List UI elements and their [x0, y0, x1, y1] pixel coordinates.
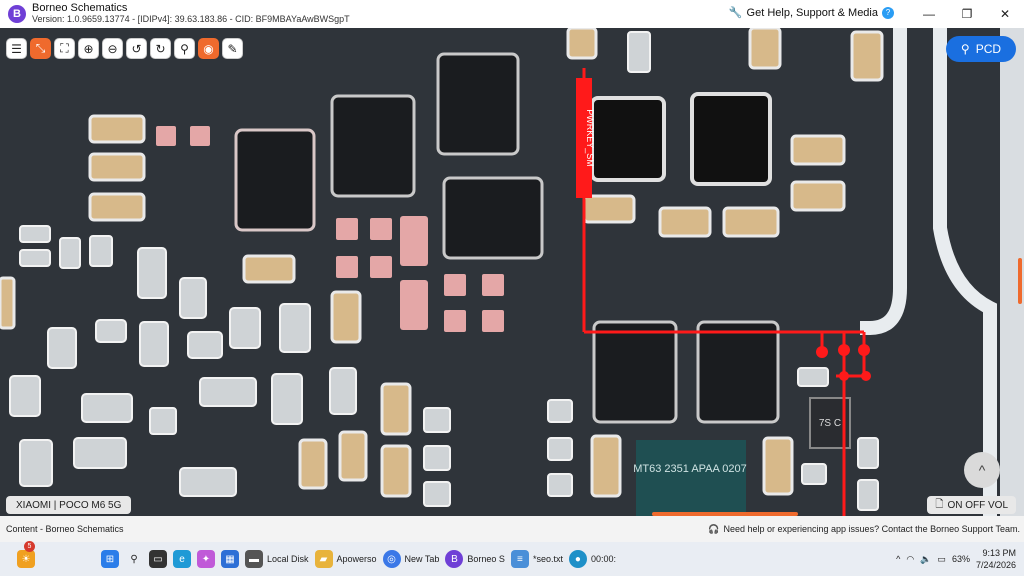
- search-button[interactable]: ⚲: [122, 545, 146, 573]
- task-view-icon: ▭: [149, 550, 167, 568]
- search-icon: ⚲: [130, 553, 138, 565]
- clock-time: 9:13 PM: [982, 548, 1016, 558]
- wifi-icon[interactable]: ◠: [906, 554, 914, 565]
- notification-badge: 5: [24, 541, 35, 552]
- tools-icon: 🔧: [728, 7, 743, 19]
- edge-button[interactable]: e: [170, 545, 194, 573]
- document-icon: 🗋: [935, 498, 944, 510]
- maximize-button[interactable]: ❐: [948, 0, 986, 28]
- edge-icon: e: [173, 550, 191, 568]
- collapse-icon[interactable]: ⤡: [30, 38, 51, 59]
- chevron-up-icon[interactable]: ^: [896, 554, 900, 564]
- system-tray: ^ ◠ 🔈 ▭ 63% 9:13 PM 7/24/2026: [896, 542, 1016, 576]
- list-icon[interactable]: ☰: [6, 38, 27, 59]
- chip-marking: MT63 2351 APAA 0207: [633, 463, 747, 475]
- status-bar: Content - Borneo Schematics 🎧 Need help …: [0, 516, 1024, 542]
- copilot-icon: ✦: [197, 550, 215, 568]
- start-button[interactable]: ⊞: [98, 545, 122, 573]
- copilot-button[interactable]: ✦: [194, 545, 218, 573]
- clock-date: 7/24/2026: [975, 560, 1016, 570]
- borneo-icon: B: [445, 550, 464, 568]
- taskbar-item-local-disk[interactable]: ▬ Local Disk: [242, 545, 312, 573]
- on-off-vol-button[interactable]: 🗋 ON OFF VOL: [927, 496, 1016, 514]
- taskbar-item-notepad[interactable]: ≡ *seo.txt: [508, 545, 566, 573]
- app-logo-icon: B: [8, 5, 26, 23]
- app-title: Borneo Schematics: [32, 2, 128, 14]
- pcb-board-image: PWRKEY_SM MT63 2351 APAA 0207 7S C: [0, 28, 1024, 516]
- volume-icon[interactable]: 🔈: [920, 554, 931, 565]
- vertical-scrollbar[interactable]: [1018, 258, 1022, 304]
- search-icon[interactable]: ⚲: [174, 38, 195, 59]
- net-label: PWRKEY_SM: [585, 109, 595, 167]
- taskbar-item-label: 00:00:: [590, 554, 616, 564]
- fullscreen-icon[interactable]: ⛶: [54, 38, 75, 59]
- rotate-left-icon[interactable]: ↺: [126, 38, 147, 59]
- windows-taskbar: ☀ 5 ⊞ ⚲ ▭ e ✦ ▦ ▬ Local Disk ▰ Apowerso …: [0, 541, 1024, 576]
- folder-icon: ▰: [314, 550, 333, 568]
- pcd-button[interactable]: ⚲ PCD: [946, 36, 1016, 62]
- recorder-icon: ●: [568, 550, 587, 568]
- task-view-button[interactable]: ▭: [146, 545, 170, 573]
- ic-marking: 7S C: [819, 418, 841, 429]
- notepad-icon: ≡: [510, 550, 529, 568]
- board-model-label: XIAOMI | POCO M6 5G: [6, 496, 132, 514]
- support-text[interactable]: Need help or experiencing app issues? Co…: [723, 524, 1020, 534]
- help-icon: ?: [882, 6, 894, 19]
- taskbar-item-label: Borneo S: [467, 554, 505, 564]
- viewer-toolbar: ☰ ⤡ ⛶ ⊕ ⊖ ↺ ↻ ⚲ ◉ ✎: [6, 38, 243, 59]
- taskbar-item-borneo[interactable]: B Borneo S: [442, 545, 508, 573]
- store-button[interactable]: ▦: [218, 545, 242, 573]
- zoom-in-icon[interactable]: ⊕: [78, 38, 99, 59]
- status-left-text: Content - Borneo Schematics: [6, 524, 124, 534]
- taskbar-item-recorder[interactable]: ● 00:00:: [566, 545, 619, 573]
- widgets-button[interactable]: ☀ 5: [14, 541, 38, 573]
- minimize-button[interactable]: —: [910, 0, 948, 28]
- help-link[interactable]: 🔧 Get Help, Support & Media ?: [729, 6, 894, 19]
- taskbar-item-label: New Tab: [404, 554, 440, 564]
- close-button[interactable]: ✕: [986, 0, 1024, 28]
- clock[interactable]: 9:13 PM 7/24/2026: [976, 547, 1016, 571]
- windows-icon: ⊞: [101, 550, 119, 568]
- help-link-label: Get Help, Support & Media: [746, 6, 878, 19]
- weather-icon: ☀: [17, 550, 35, 568]
- title-bar: B Borneo Schematics Version: 1.0.9659.13…: [0, 0, 1024, 28]
- board-viewer[interactable]: PWRKEY_SM MT63 2351 APAA 0207 7S C ☰ ⤡ ⛶…: [0, 28, 1024, 516]
- search-icon: ⚲: [960, 42, 970, 56]
- taskbar-item-label: Local Disk: [267, 554, 309, 564]
- store-icon: ▦: [221, 550, 239, 568]
- taskbar-item-label: Apowerso: [336, 554, 377, 564]
- taskbar-item-label: *seo.txt: [532, 554, 563, 564]
- battery-percent: 63%: [951, 554, 970, 564]
- headset-icon: 🎧: [708, 523, 720, 534]
- battery-icon[interactable]: ▭: [937, 554, 946, 565]
- chrome-icon: ◎: [382, 550, 401, 568]
- scroll-up-button[interactable]: ^: [964, 452, 1000, 488]
- on-off-vol-label: ON OFF VOL: [947, 499, 1008, 511]
- mouse-icon[interactable]: ◉: [198, 38, 219, 59]
- taskbar-item-apowersoft[interactable]: ▰ Apowerso: [312, 545, 380, 573]
- zoom-out-icon[interactable]: ⊖: [102, 38, 123, 59]
- drive-icon: ▬: [245, 550, 263, 568]
- app-version: Version: 1.0.9659.13774 - [IDIPv4]: 39.6…: [32, 14, 350, 24]
- edit-icon[interactable]: ✎: [222, 38, 243, 59]
- taskbar-item-new-tab[interactable]: ◎ New Tab: [380, 545, 443, 573]
- rotate-right-icon[interactable]: ↻: [150, 38, 171, 59]
- pcd-button-label: PCD: [975, 42, 1002, 56]
